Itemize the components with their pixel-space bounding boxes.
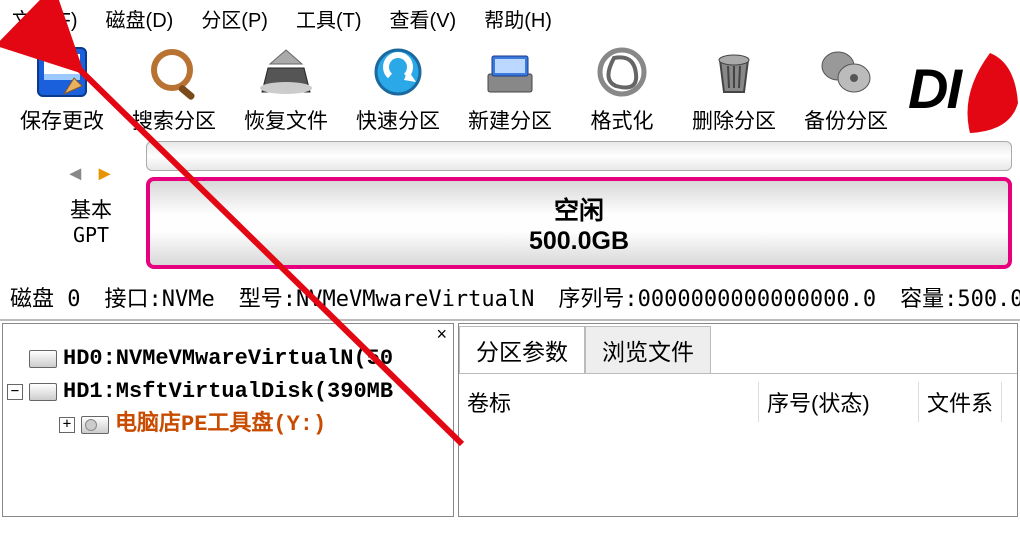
quick-partition-button[interactable]: 快速分区 (342, 41, 454, 135)
format-button[interactable]: 格式化 (566, 41, 678, 135)
partition-size: 500.0GB (529, 227, 629, 256)
menu-partition[interactable]: 分区(P) (201, 4, 268, 33)
disk-scheme: GPT (70, 223, 112, 247)
menu-view[interactable]: 查看(V) (390, 4, 457, 33)
col-index-status[interactable]: 序号(状态) (759, 382, 919, 422)
tree-node-hd1[interactable]: − HD1:MsftVirtualDisk(390MB (7, 375, 449, 408)
disk-icon (29, 350, 57, 368)
volume-icon (81, 416, 109, 434)
tab-browse-files[interactable]: 浏览文件 (585, 326, 711, 373)
col-volume-label[interactable]: 卷标 (459, 382, 759, 422)
app-logo: DI (908, 43, 1020, 133)
trash-icon (703, 41, 765, 103)
menu-help[interactable]: 帮助(H) (484, 4, 552, 33)
delete-partition-button[interactable]: 删除分区 (678, 41, 790, 135)
disk-icon (29, 383, 57, 401)
disk-left-panel: ◄ ► 基本 GPT (36, 163, 146, 247)
partition-status: 空闲 (554, 191, 604, 227)
column-headers: 卷标 序号(状态) 文件系 (459, 374, 1017, 422)
tree-node-hd0[interactable]: HD0:NVMeVMwareVirtualN(50 (7, 342, 449, 375)
disk-info-line: 磁盘 0 接口:NVMe 型号:NVMeVMwareVirtualN 序列号:0… (0, 275, 1020, 319)
save-changes-button[interactable]: 保存更改 (6, 41, 118, 135)
recover-files-button[interactable]: 恢复文件 (230, 41, 342, 135)
quick-partition-icon (367, 41, 429, 103)
collapse-icon[interactable]: − (7, 384, 23, 400)
save-icon (31, 41, 93, 103)
expand-icon[interactable]: + (59, 417, 75, 433)
disk-header-bar[interactable] (146, 141, 1012, 171)
tabs: 分区参数 浏览文件 (459, 324, 1017, 374)
search-partition-button[interactable]: 搜索分区 (118, 41, 230, 135)
format-icon (591, 41, 653, 103)
tab-partition-params[interactable]: 分区参数 (459, 326, 585, 373)
disk-capacity: 容量:500.0GB(51 (900, 281, 1020, 313)
magnifier-icon (143, 41, 205, 103)
partition-free-block[interactable]: 空闲 500.0GB (146, 177, 1012, 269)
disk-model: 型号:NVMeVMwareVirtualN (239, 281, 535, 313)
backup-partition-button[interactable]: 备份分区 (790, 41, 902, 135)
menu-file[interactable]: 文件(F) (12, 4, 78, 33)
disk-tree-pane: × HD0:NVMeVMwareVirtualN(50 − HD1:MsftVi… (2, 323, 454, 517)
disk-type: 基本 (70, 198, 112, 223)
recover-icon (255, 41, 317, 103)
disk-map-area: ◄ ► 基本 GPT 空闲 500.0GB (0, 137, 1020, 275)
close-icon[interactable]: × (436, 324, 447, 345)
disk-interface: 接口:NVMe (105, 281, 215, 313)
disk-serial: 序列号:0000000000000000.0 (558, 281, 876, 313)
menu-tools[interactable]: 工具(T) (296, 4, 362, 33)
col-filesystem[interactable]: 文件系 (919, 382, 1002, 422)
new-partition-button[interactable]: 新建分区 (454, 41, 566, 135)
new-partition-icon (479, 41, 541, 103)
detail-pane: 分区参数 浏览文件 卷标 序号(状态) 文件系 (458, 323, 1018, 517)
nav-arrows[interactable]: ◄ ► (65, 163, 116, 186)
menu-disk[interactable]: 磁盘(D) (106, 4, 174, 33)
menubar: 文件(F) 磁盘(D) 分区(P) 工具(T) 查看(V) 帮助(H) (0, 0, 1020, 37)
backup-icon (815, 41, 877, 103)
tree-node-pe[interactable]: + 电脑店PE工具盘(Y:) (7, 408, 449, 441)
toolbar: 保存更改 搜索分区 恢复文件 快速分区 新建分区 格式化 删除分区 (0, 37, 1020, 137)
disk-index: 磁盘 0 (10, 281, 81, 313)
lower-panes: × HD0:NVMeVMwareVirtualN(50 − HD1:MsftVi… (0, 319, 1020, 519)
